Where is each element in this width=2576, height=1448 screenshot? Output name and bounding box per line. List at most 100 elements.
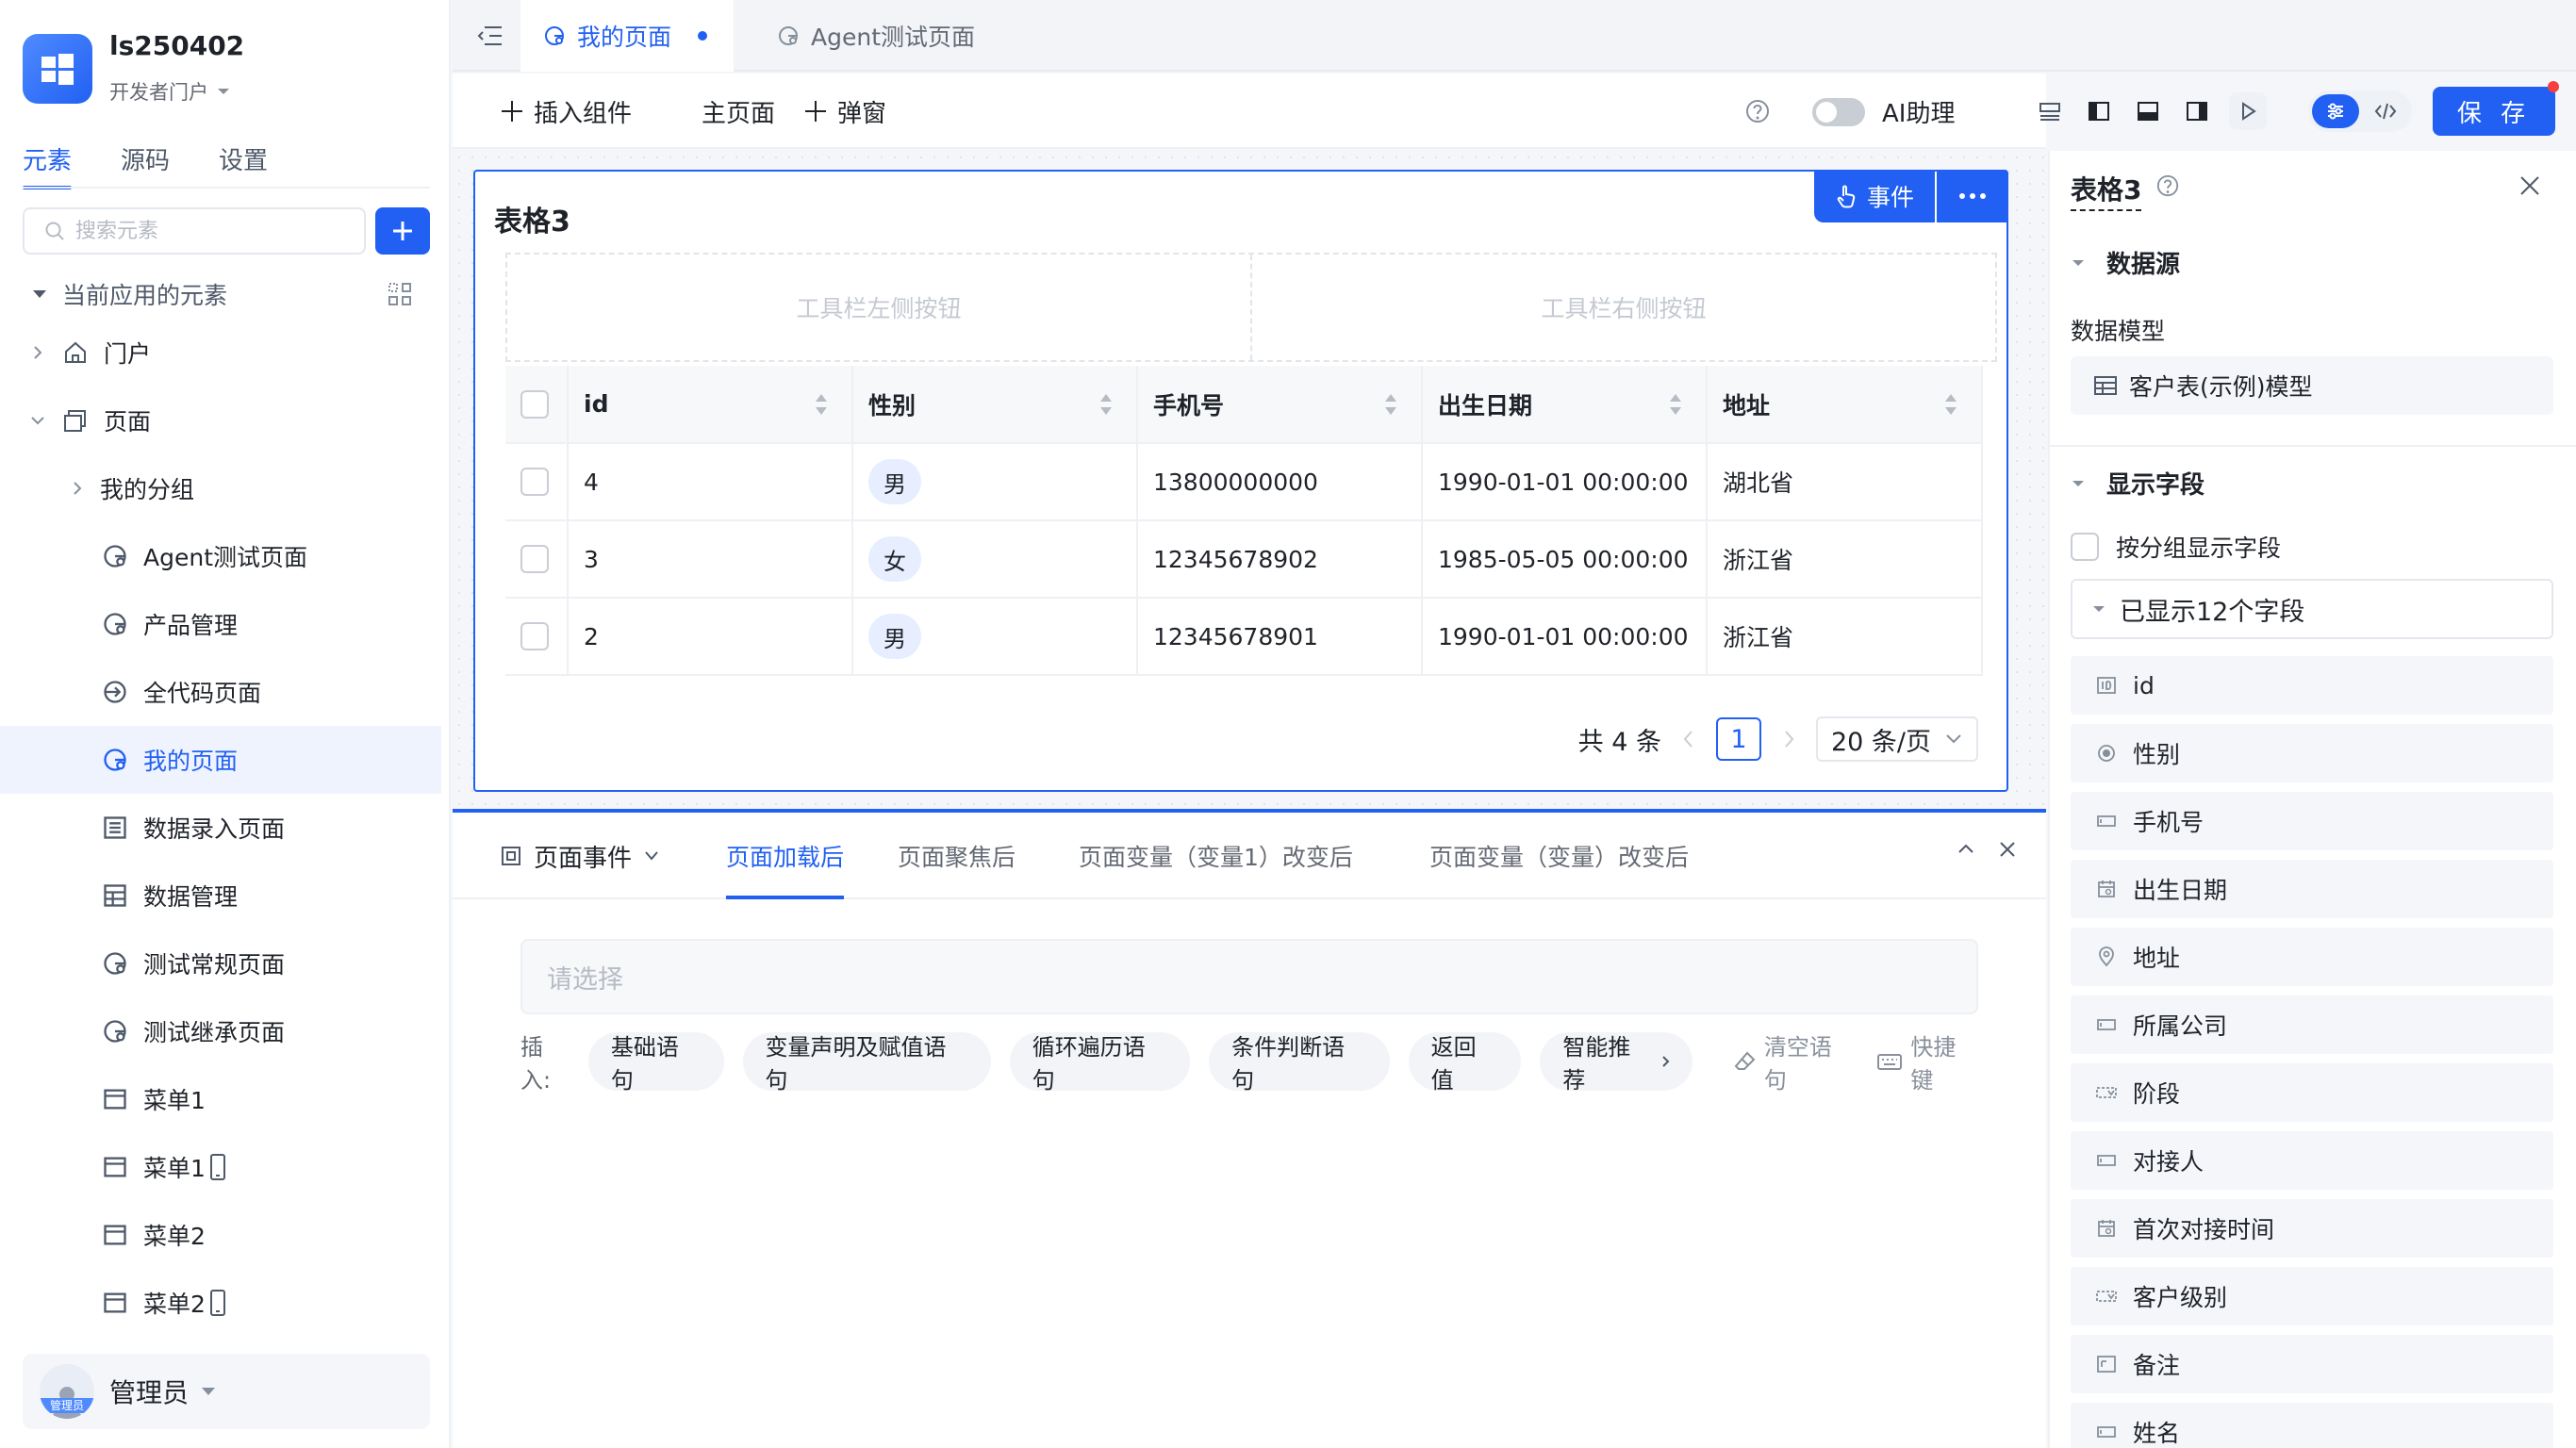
table-row[interactable]: 2 男 12345678901 1990-01-01 00:00:00 浙江省 [505,598,1983,676]
sort-icon[interactable] [1383,392,1398,417]
column-header-phone[interactable]: 手机号 [1137,366,1423,444]
datasource-section-header[interactable]: 数据源 [2071,245,2180,280]
add-popup-button[interactable]: 弹窗 [803,74,886,149]
search-input[interactable] [75,219,349,243]
sort-icon[interactable] [1943,392,1958,417]
table-row[interactable]: 4 男 13800000000 1990-01-01 00:00:00 湖北省 [505,443,1983,521]
code-mode-icon[interactable] [2363,94,2408,128]
data-model-select[interactable]: 客户表(示例)模型 [2071,356,2553,415]
sidebar-item-page[interactable]: 菜单1 [0,1133,441,1201]
insert-return-value[interactable]: 返回值 [1408,1032,1522,1094]
tab-on-page-focus[interactable]: 页面聚焦后 [898,813,1016,899]
sidebar-item-page[interactable]: 数据录入页面 [0,794,441,862]
close-icon[interactable] [1997,839,2018,860]
field-item[interactable]: 地址 [2071,928,2553,986]
field-item[interactable]: id [2071,656,2553,715]
design-mode-icon[interactable] [2312,94,2359,128]
page-event-select[interactable]: 页面事件 [500,813,660,899]
prev-page-icon[interactable] [1682,729,1695,749]
left-panel-icon[interactable] [2080,92,2118,130]
tab-on-variable-change[interactable]: 页面变量（变量）改变后 [1429,813,1689,899]
row-checkbox[interactable] [520,622,549,650]
tab-settings[interactable]: 设置 [219,141,268,189]
sidebar-item-page[interactable]: 产品管理 [0,590,441,658]
tab-my-page[interactable]: 我的页面 [520,0,734,72]
sidebar-item-page[interactable]: Agent测试页面 [0,522,441,590]
help-icon[interactable] [1739,92,1776,130]
field-item[interactable]: 出生日期 [2071,860,2553,918]
field-item[interactable]: 客户级别 [2071,1267,2553,1325]
page-size-select[interactable]: 20 条/页 [1815,716,1978,762]
sidebar-item-page[interactable]: 测试常规页面 [0,930,441,997]
tab-elements[interactable]: 元素 [23,141,73,189]
save-button[interactable]: 保 存 [2433,87,2555,136]
column-header-birth-date[interactable]: 出生日期 [1422,366,1708,444]
tree-item-portal[interactable]: 门户 [0,319,441,387]
chevron-up-icon[interactable] [1956,839,1976,860]
sidebar-item-page[interactable]: 测试继承页面 [0,997,441,1065]
tab-on-variable1-change[interactable]: 页面变量（变量1）改变后 [1079,813,1353,899]
sidebar-item-page[interactable]: 数据管理 [0,862,441,930]
tab-source[interactable]: 源码 [121,141,170,189]
close-icon[interactable] [2516,172,2544,200]
smart-recommend-button[interactable]: 智能推荐 [1540,1032,1693,1094]
page-number-current[interactable]: 1 [1715,717,1761,761]
add-element-button[interactable] [375,207,430,255]
tree-item-pages[interactable]: 页面 [0,387,441,454]
column-header-address[interactable]: 地址 [1707,366,1983,444]
main-page-button[interactable]: 主页面 [702,74,775,149]
field-item[interactable]: 所属公司 [2071,996,2553,1054]
shortcuts-button[interactable]: 快捷键 [1876,1028,1978,1094]
row-checkbox[interactable] [520,545,549,573]
next-page-icon[interactable] [1782,729,1795,749]
toolbar-right-slot[interactable]: 工具栏右侧按钮 [1250,255,1995,360]
right-panel-icon[interactable] [2178,92,2216,130]
collapse-sidebar-button[interactable] [471,17,509,55]
field-item[interactable]: 首次对接时间 [2071,1199,2553,1258]
sort-icon[interactable] [1668,392,1683,417]
table-widget[interactable]: 表格3 事件 工具栏左侧按钮 工具栏右侧按钮 id 性别 手机号 出生日期 地址… [473,170,2008,792]
sidebar-item-page[interactable]: 菜单2 [0,1201,441,1269]
insert-condition-statement[interactable]: 条件判断语句 [1209,1032,1390,1094]
event-button[interactable]: 事件 [1813,170,1935,222]
sort-icon[interactable] [1098,392,1114,417]
insert-component-button[interactable]: 插入组件 [500,74,632,149]
statement-select[interactable]: 请选择 [520,939,1978,1014]
insert-basic-statement[interactable]: 基础语句 [587,1032,724,1094]
help-icon[interactable] [2155,173,2180,198]
field-item[interactable]: 手机号 [2071,792,2553,850]
portal-switcher[interactable]: 开发者门户 [109,77,231,106]
tab-agent-test-page[interactable]: Agent测试页面 [754,0,998,72]
insert-variable-statement[interactable]: 变量声明及赋值语句 [742,1032,991,1094]
field-item[interactable]: 备注 [2071,1335,2553,1393]
clear-statements-button[interactable]: 清空语句 [1734,1028,1855,1094]
insert-loop-statement[interactable]: 循环遍历语句 [1009,1032,1191,1094]
sidebar-item-page[interactable]: 我的页面 [0,726,441,794]
preview-play-icon[interactable] [2229,92,2267,130]
bottom-panel-icon[interactable] [2129,92,2167,130]
display-fields-section-header[interactable]: 显示字段 [2071,466,2204,501]
tree-item-group[interactable]: 我的分组 [0,454,441,522]
column-header-gender[interactable]: 性别 [852,366,1138,444]
column-header-id[interactable]: id [568,366,853,444]
field-item[interactable]: 对接人 [2071,1131,2553,1190]
sidebar-item-page[interactable]: 菜单2 [0,1269,441,1337]
sort-icon[interactable] [814,392,829,417]
component-name[interactable]: 表格3 [2071,170,2142,211]
select-all-checkbox[interactable] [520,389,549,419]
user-menu[interactable]: 管理员 管理员 [23,1354,430,1429]
field-item[interactable]: 性别 [2071,724,2553,782]
table-row[interactable]: 3 女 12345678902 1985-05-05 00:00:00 浙江省 [505,520,1983,599]
row-checkbox[interactable] [520,468,549,496]
tab-on-page-load[interactable]: 页面加载后 [726,813,845,899]
field-item[interactable]: 阶段 [2071,1063,2553,1122]
layout-icon[interactable] [2031,92,2069,130]
shown-fields-toggle[interactable]: 已显示12个字段 [2071,579,2553,639]
sidebar-item-page[interactable]: 全代码页面 [0,658,441,726]
group-display-option[interactable]: 按分组显示字段 [2071,530,2281,564]
field-item[interactable]: 姓名 [2071,1403,2553,1448]
more-icon[interactable] [1937,170,2008,222]
ai-assistant-toggle[interactable] [1812,98,1865,126]
sidebar-item-page[interactable]: 菜单1 [0,1065,441,1133]
group-display-checkbox[interactable] [2071,533,2099,561]
